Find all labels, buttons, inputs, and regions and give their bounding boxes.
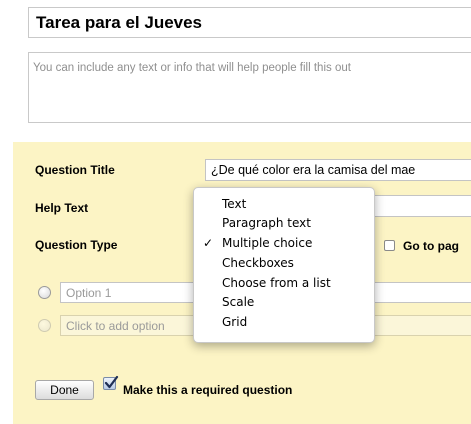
help-text-label: Help Text: [35, 201, 89, 215]
question-title-input[interactable]: ¿De qué color era la camisa del mae: [205, 159, 471, 181]
required-question-label: Make this a required question: [123, 383, 293, 397]
question-title-value: ¿De qué color era la camisa del mae: [211, 163, 416, 177]
menu-item-choose-from-list[interactable]: Choose from a list: [194, 275, 374, 291]
checkmark-icon: ✓: [203, 236, 214, 250]
menu-item-label: Checkboxes: [222, 256, 294, 270]
go-to-page-checkbox[interactable]: [384, 240, 395, 251]
option-1-radio: [38, 286, 51, 299]
menu-item-scale[interactable]: Scale: [194, 294, 374, 310]
question-type-label: Question Type: [35, 238, 118, 252]
option-1-placeholder: Option 1: [66, 286, 112, 300]
menu-item-checkboxes[interactable]: Checkboxes: [194, 255, 374, 271]
checkmark-icon: [104, 375, 119, 389]
menu-item-label: Scale: [222, 295, 255, 309]
form-description-input[interactable]: You can include any text or info that wi…: [28, 52, 471, 123]
go-to-page-label: Go to pag: [403, 239, 459, 253]
menu-item-label: Multiple choice: [222, 236, 313, 250]
add-option-label: Click to add option: [66, 319, 165, 333]
menu-item-label: Grid: [222, 315, 248, 329]
form-title-text: Tarea para el Jueves: [36, 13, 203, 32]
form-title-input[interactable]: Tarea para el Jueves: [28, 7, 471, 38]
question-title-label: Question Title: [35, 163, 115, 177]
menu-item-grid[interactable]: Grid: [194, 314, 374, 330]
add-option-radio: [38, 319, 51, 332]
menu-item-label: Text: [222, 197, 247, 211]
question-type-menu: Text Paragraph text ✓ Multiple choice Ch…: [193, 187, 375, 343]
menu-item-multiple-choice[interactable]: ✓ Multiple choice: [194, 235, 374, 251]
form-description-placeholder: You can include any text or info that wi…: [33, 62, 351, 74]
required-question-checkbox[interactable]: [103, 375, 119, 390]
menu-item-paragraph-text[interactable]: Paragraph text: [194, 215, 374, 231]
menu-item-label: Paragraph text: [222, 216, 311, 230]
menu-item-text[interactable]: Text: [194, 196, 374, 212]
done-button[interactable]: Done: [35, 380, 94, 400]
menu-item-label: Choose from a list: [222, 276, 331, 290]
